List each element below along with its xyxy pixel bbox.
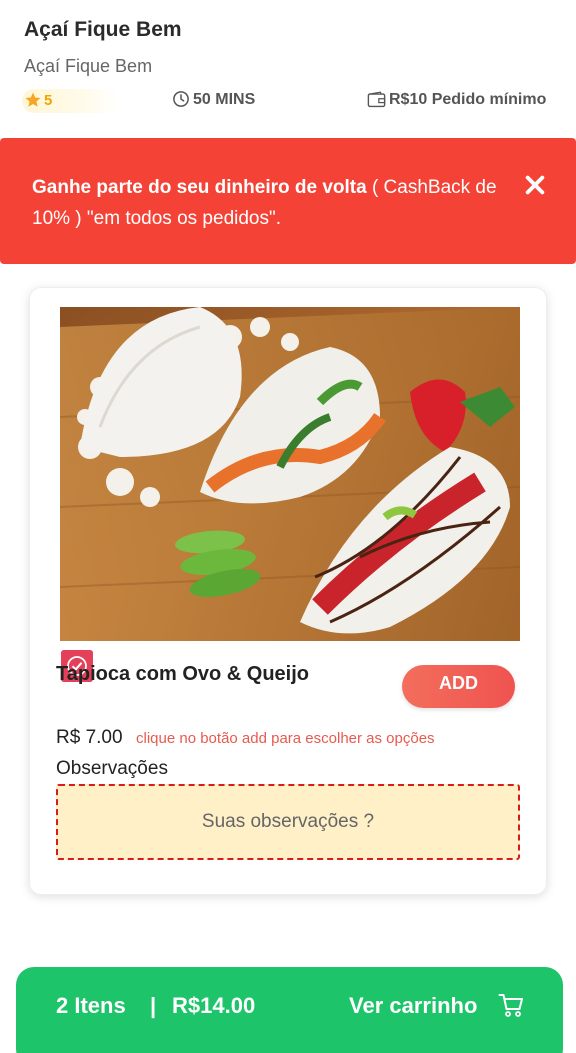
store-subtitle: Açaí Fique Bem xyxy=(24,56,153,76)
price-hint: clique no botão add para escolher as opç… xyxy=(136,730,435,747)
wallet-icon xyxy=(367,91,386,108)
cart-bar[interactable]: 2 Itens | R$14.00 Ver carrinho xyxy=(16,967,563,1053)
add-button[interactable]: ADD xyxy=(402,665,515,708)
notes-label: Observações xyxy=(56,758,168,779)
close-icon[interactable] xyxy=(524,174,546,196)
cart-total: R$14.00 xyxy=(172,993,256,1018)
product-image xyxy=(60,307,520,641)
minimum-order: R$10 Pedido mínimo xyxy=(389,91,547,108)
notes-input[interactable]: Suas observações ? xyxy=(56,784,520,860)
cart-separator: | xyxy=(150,993,157,1018)
star-icon xyxy=(25,92,41,107)
cashback-headline: Ganhe parte do seu dinheiro de volta xyxy=(32,177,367,198)
store-meta-row: 5 50 MINS R$10 Pedido mínimo xyxy=(0,88,576,114)
cashback-banner: Ganhe parte do seu dinheiro de volta ( C… xyxy=(0,138,576,264)
view-cart-button[interactable]: Ver carrinho xyxy=(349,993,477,1019)
delivery-time: 50 MINS xyxy=(193,91,256,108)
cashback-message: Ganhe parte do seu dinheiro de volta ( C… xyxy=(32,172,502,234)
rating-value: 5 xyxy=(44,92,53,109)
clock-icon xyxy=(173,91,189,107)
rating-badge: 5 xyxy=(22,89,120,113)
cart-icon[interactable] xyxy=(498,992,524,1018)
product-price: R$ 7.00 xyxy=(56,727,123,748)
store-title: Açaí Fique Bem xyxy=(24,18,182,41)
cart-item-count: 2 Itens xyxy=(56,993,126,1018)
product-name: Tapioca com Ovo & Queijo xyxy=(56,663,310,685)
store-header: Açaí Fique Bem Açaí Fique Bem 5 50 MINS … xyxy=(0,0,576,130)
